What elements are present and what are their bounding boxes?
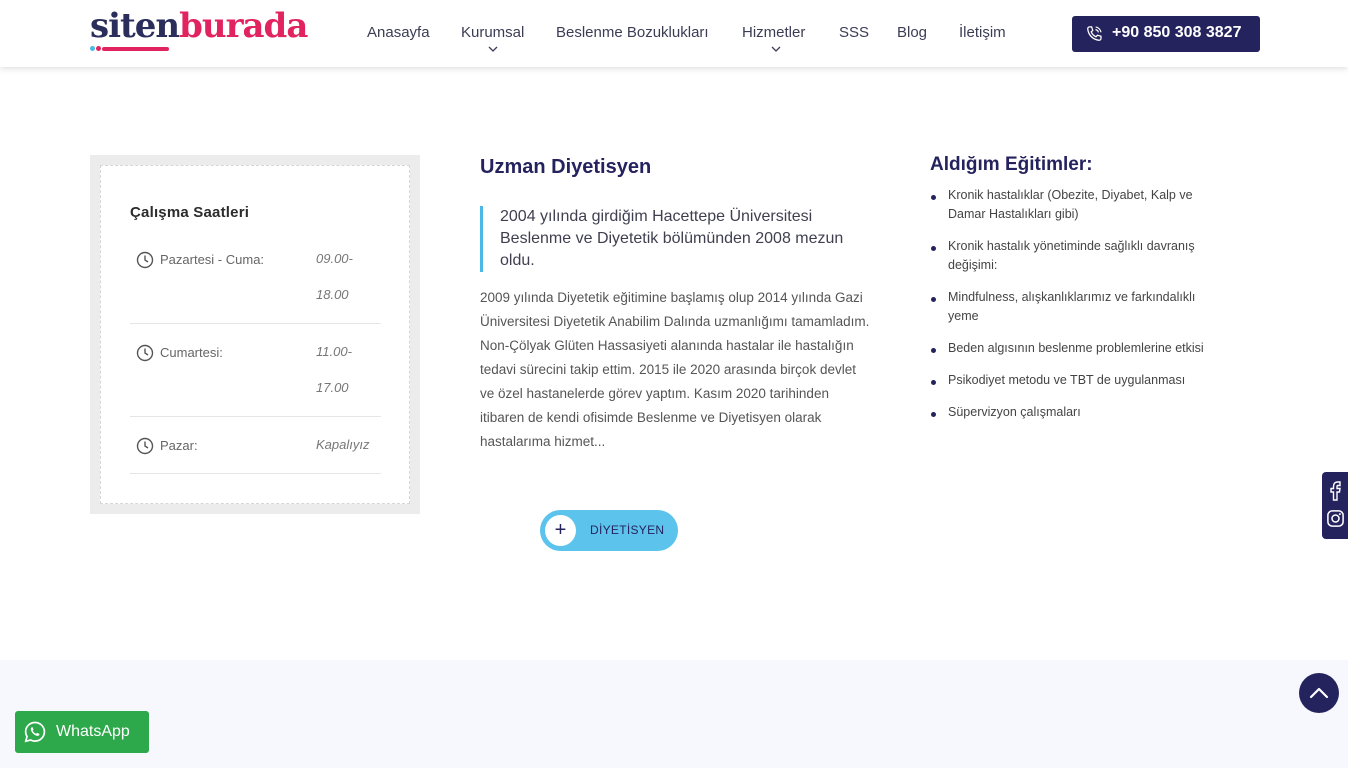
- hours-time: 11.00- 17.00: [316, 334, 376, 406]
- hours-time-open: 11.00-: [316, 344, 352, 359]
- logo-dot: [96, 46, 101, 51]
- logo-text: sitenburada: [90, 6, 308, 46]
- education-item-text: Kronik hastalık yönetiminde sağlıklı dav…: [948, 239, 1195, 272]
- list-item: Kronik hastalıklar (Obezite, Diyabet, Ka…: [930, 186, 1210, 224]
- dietitian-button[interactable]: + DİYETİSYEN: [540, 510, 678, 551]
- hours-row: Pazartesi - Cuma: 09.00- 18.00: [130, 241, 381, 324]
- hours-day: Pazar:: [160, 438, 198, 453]
- whatsapp-label: WhatsApp: [56, 723, 130, 740]
- nav-item-blog[interactable]: Blog: [897, 24, 927, 41]
- nav-item-kurumsal[interactable]: Kurumsal: [461, 24, 524, 41]
- about-paragraph: 2009 yılında Diyetetik eğitimine başlamı…: [480, 290, 870, 449]
- facebook-icon[interactable]: [1326, 479, 1344, 501]
- hours-day: Cumartesi:: [160, 345, 223, 360]
- bullet-icon: [931, 348, 936, 353]
- site-logo[interactable]: sitenburada: [90, 6, 308, 56]
- nav-item-iletisim[interactable]: İletişim: [959, 24, 1006, 41]
- logo-underline: [102, 47, 169, 51]
- plus-icon: +: [545, 515, 576, 546]
- site-header: sitenburada Anasayfa Kurumsal Beslenme B…: [0, 0, 1348, 67]
- education-item-text: Beden algısının beslenme problemlerine e…: [948, 341, 1204, 355]
- list-item: Beden algısının beslenme problemlerine e…: [930, 339, 1210, 358]
- list-item: Mindfulness, alışkanlıklarımız ve farkın…: [930, 288, 1210, 326]
- chevron-down-icon[interactable]: [771, 44, 781, 54]
- hours-time: Kapalıyız: [316, 427, 376, 463]
- bullet-icon: [931, 195, 936, 200]
- footer-section: [0, 660, 1348, 768]
- hours-time-close: 17.00: [316, 380, 349, 395]
- hours-time: 09.00- 18.00: [316, 241, 376, 313]
- dietitian-button-label: DİYETİSYEN: [590, 523, 665, 537]
- education-item-text: Süpervizyon çalışmaları: [948, 405, 1081, 419]
- list-item: Süpervizyon çalışmaları: [930, 403, 1210, 422]
- bullet-icon: [931, 297, 936, 302]
- hours-time-open: 09.00-: [316, 251, 353, 266]
- list-item: Psikodiyet metodu ve TBT de uygulanması: [930, 371, 1210, 390]
- nav-item-anasayfa[interactable]: Anasayfa: [367, 24, 430, 41]
- hours-day: Pazartesi - Cuma:: [160, 252, 265, 267]
- clock-icon: [136, 344, 154, 362]
- hours-time-closed: Kapalıyız: [316, 437, 370, 452]
- nav-item-beslenme-bozukluklari[interactable]: Beslenme Bozuklukları: [556, 24, 709, 41]
- clock-icon: [136, 251, 154, 269]
- hours-row: Pazar: Kapalıyız: [130, 417, 381, 474]
- about-title: Uzman Diyetisyen: [480, 156, 652, 178]
- hours-time-close: 18.00: [316, 287, 349, 302]
- clock-icon: [136, 437, 154, 455]
- nav-item-sss[interactable]: SSS: [839, 24, 869, 41]
- chevron-down-icon[interactable]: [488, 44, 498, 54]
- working-hours-inner: Çalışma Saatleri Pazartesi - Cuma: 09.00…: [100, 165, 410, 504]
- arrow-up-icon: [1309, 687, 1329, 699]
- hours-row: Cumartesi: 11.00- 17.00: [130, 324, 381, 417]
- nav-item-hizmetler[interactable]: Hizmetler: [742, 24, 805, 41]
- education-title: Aldığım Eğitimler:: [930, 154, 1093, 175]
- logo-dot: [90, 46, 95, 51]
- phone-number: +90 850 308 3827: [1112, 24, 1242, 41]
- instagram-icon[interactable]: [1326, 509, 1345, 528]
- social-sidebar: [1322, 472, 1348, 539]
- list-item: Kronik hastalık yönetiminde sağlıklı dav…: [930, 237, 1210, 275]
- bullet-icon: [931, 412, 936, 417]
- education-item-text: Kronik hastalıklar (Obezite, Diyabet, Ka…: [948, 188, 1193, 221]
- phone-icon: [1087, 26, 1102, 41]
- scroll-to-top-button[interactable]: [1299, 673, 1339, 713]
- education-item-text: Psikodiyet metodu ve TBT de uygulanması: [948, 373, 1186, 387]
- working-hours-title: Çalışma Saatleri: [130, 204, 250, 221]
- whatsapp-button[interactable]: WhatsApp: [15, 711, 149, 753]
- phone-button[interactable]: +90 850 308 3827: [1072, 16, 1260, 52]
- working-hours-card: Çalışma Saatleri Pazartesi - Cuma: 09.00…: [90, 155, 420, 514]
- education-item-text: Mindfulness, alışkanlıklarımız ve farkın…: [948, 290, 1196, 323]
- bullet-icon: [931, 380, 936, 385]
- whatsapp-icon: [24, 721, 46, 743]
- about-quote: 2004 yılında girdiğim Hacettepe Üniversi…: [480, 206, 870, 272]
- bullet-icon: [931, 246, 936, 251]
- education-list: Kronik hastalıklar (Obezite, Diyabet, Ka…: [930, 186, 1210, 435]
